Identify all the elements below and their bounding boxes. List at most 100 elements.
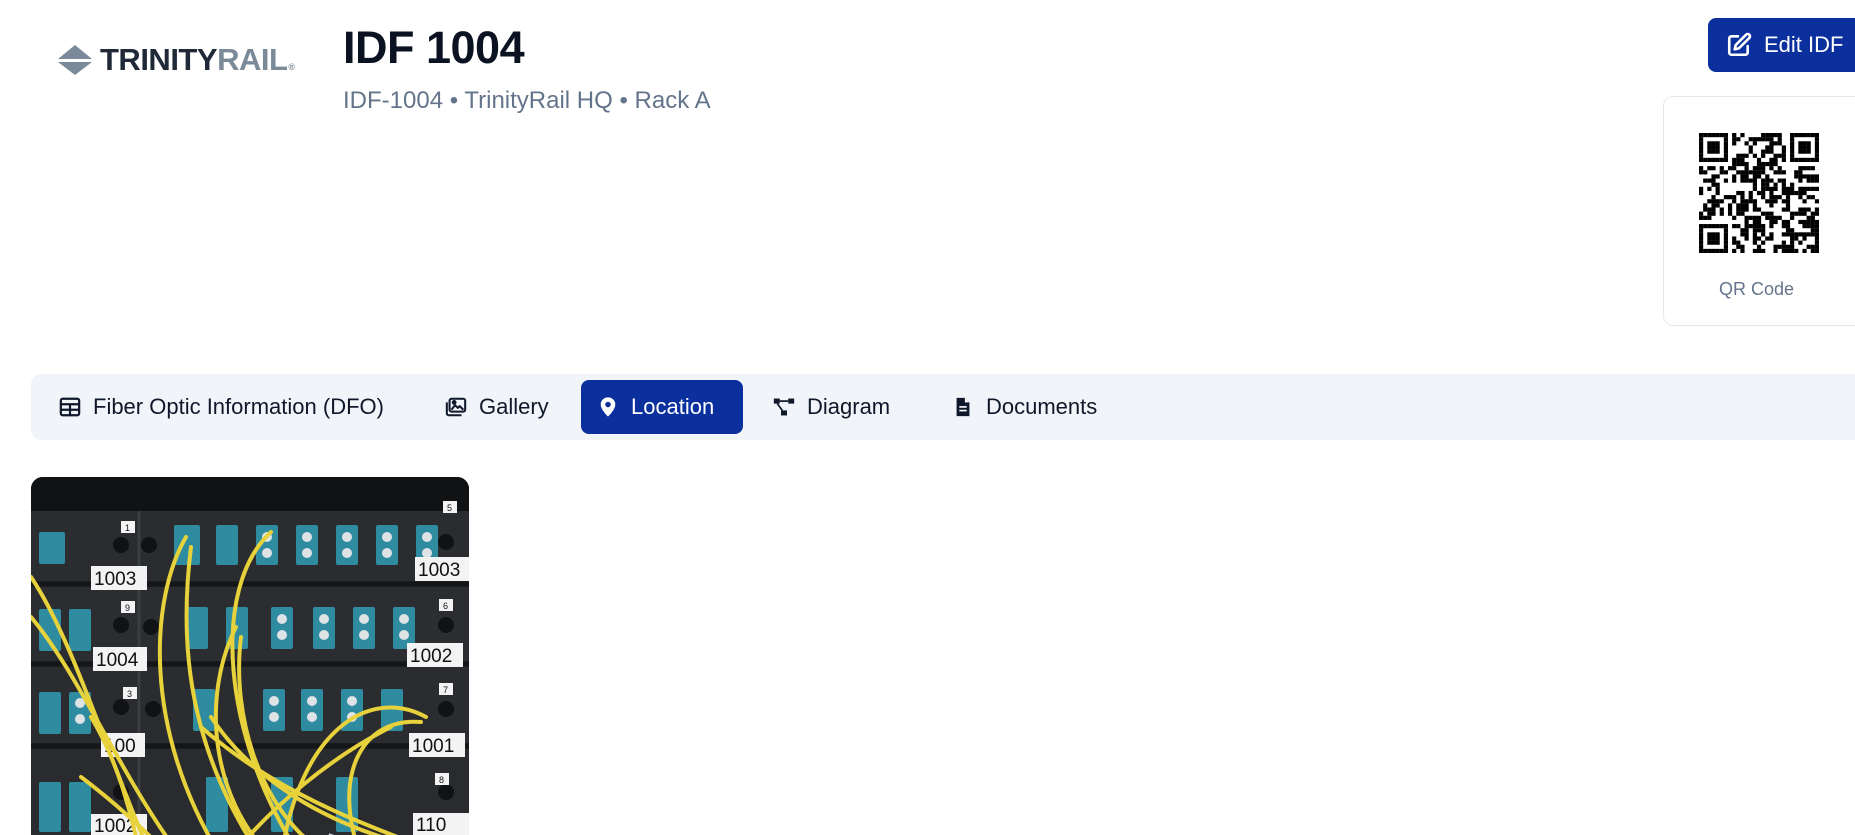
qr-module <box>1703 248 1708 253</box>
qr-module <box>1802 232 1807 237</box>
qr-code-image[interactable] <box>1699 133 1819 253</box>
qr-module <box>1744 203 1749 208</box>
qr-module <box>1752 153 1757 158</box>
qr-module <box>1785 195 1791 200</box>
qr-module <box>1777 133 1782 138</box>
qr-module <box>1773 170 1778 175</box>
qr-module <box>1756 248 1762 253</box>
location-photo[interactable]: 1003 1003 1004 1002 100 1001 1002 110 1 … <box>31 477 469 835</box>
tab-gallery[interactable]: Gallery <box>429 380 565 434</box>
qr-module <box>1814 244 1819 249</box>
qr-module <box>1769 190 1774 196</box>
qr-module <box>1806 186 1811 191</box>
tab-diagram[interactable]: Diagram <box>757 380 906 434</box>
qr-module <box>1810 244 1815 249</box>
tab-documents[interactable]: Documents <box>936 380 1113 434</box>
images-icon <box>445 397 467 417</box>
qr-module <box>1711 211 1716 216</box>
qr-module <box>1777 137 1782 142</box>
qr-module <box>1732 137 1737 142</box>
edit-icon <box>1727 32 1752 57</box>
qr-module <box>1781 178 1786 183</box>
qr-module <box>1740 161 1745 167</box>
slot-number: 1 <box>125 523 130 533</box>
qr-module <box>1765 186 1770 191</box>
qr-module <box>1761 133 1766 138</box>
panel-label: 1001 <box>412 736 454 757</box>
qr-module <box>1810 224 1815 229</box>
qr-module <box>1719 207 1724 212</box>
qr-module <box>1761 195 1766 200</box>
qr-module <box>1756 236 1762 241</box>
qr-module <box>1752 219 1757 225</box>
qr-module <box>1814 133 1819 138</box>
qr-module <box>1711 207 1716 212</box>
qr-module <box>1740 232 1745 237</box>
qr-module <box>1744 219 1749 225</box>
qr-module <box>1711 203 1716 208</box>
qr-module <box>1699 149 1704 154</box>
qr-module <box>1814 178 1819 183</box>
qr-module <box>1732 141 1737 146</box>
qr-module <box>1752 141 1757 146</box>
qr-module <box>1719 211 1724 216</box>
qr-module <box>1711 236 1716 241</box>
qr-module <box>1814 248 1819 253</box>
qr-module <box>1723 240 1729 245</box>
qr-module <box>1765 182 1770 187</box>
qr-module <box>1806 215 1811 220</box>
qr-module <box>1748 145 1753 150</box>
qr-module <box>1756 161 1762 167</box>
qr-module <box>1711 145 1716 150</box>
qr-module <box>1773 186 1778 191</box>
qr-module <box>1723 149 1729 154</box>
qr-module <box>1794 232 1799 237</box>
qr-module <box>1798 133 1803 138</box>
tab-fiber-optic-information[interactable]: Fiber Optic Information (DFO) <box>43 380 400 434</box>
panel-label: 1002 <box>410 646 452 667</box>
qr-module <box>1723 224 1729 229</box>
qr-module <box>1715 203 1720 208</box>
qr-module <box>1781 153 1786 158</box>
qr-module <box>1727 195 1733 200</box>
tab-location[interactable]: Location <box>581 380 743 434</box>
edit-idf-button[interactable]: Edit IDF <box>1708 18 1855 72</box>
qr-module <box>1773 248 1778 253</box>
qr-module <box>1707 232 1712 237</box>
qr-module <box>1736 153 1741 158</box>
qr-module <box>1810 232 1815 237</box>
qr-module <box>1703 170 1708 175</box>
qr-module <box>1699 211 1704 216</box>
qr-module <box>1785 207 1791 212</box>
qr-module <box>1723 236 1729 241</box>
qr-module <box>1740 199 1745 204</box>
qr-module <box>1773 219 1778 225</box>
qr-module <box>1711 174 1716 179</box>
qr-module <box>1715 224 1720 229</box>
qr-module <box>1781 248 1786 253</box>
qr-module <box>1790 153 1795 158</box>
qr-module <box>1699 141 1704 146</box>
qr-module <box>1732 178 1737 183</box>
qr-module <box>1810 215 1815 220</box>
qr-module <box>1794 236 1799 241</box>
qr-module <box>1790 240 1795 245</box>
brand-logo[interactable]: TRINITYRAIL® <box>58 44 295 75</box>
qr-module <box>1756 166 1762 171</box>
qr-module <box>1814 149 1819 154</box>
qr-module <box>1723 137 1729 142</box>
qr-module <box>1781 182 1786 187</box>
qr-module <box>1752 228 1757 233</box>
qr-module <box>1715 240 1720 245</box>
qr-module <box>1781 224 1786 229</box>
qr-module <box>1707 178 1712 183</box>
qr-module <box>1810 248 1815 253</box>
qr-module <box>1699 236 1704 241</box>
qr-module <box>1711 141 1716 146</box>
qr-module <box>1798 195 1803 200</box>
qr-module <box>1802 224 1807 229</box>
qr-module <box>1699 145 1704 150</box>
qr-module <box>1798 232 1803 237</box>
qr-module <box>1732 248 1737 253</box>
qr-module <box>1752 166 1757 171</box>
